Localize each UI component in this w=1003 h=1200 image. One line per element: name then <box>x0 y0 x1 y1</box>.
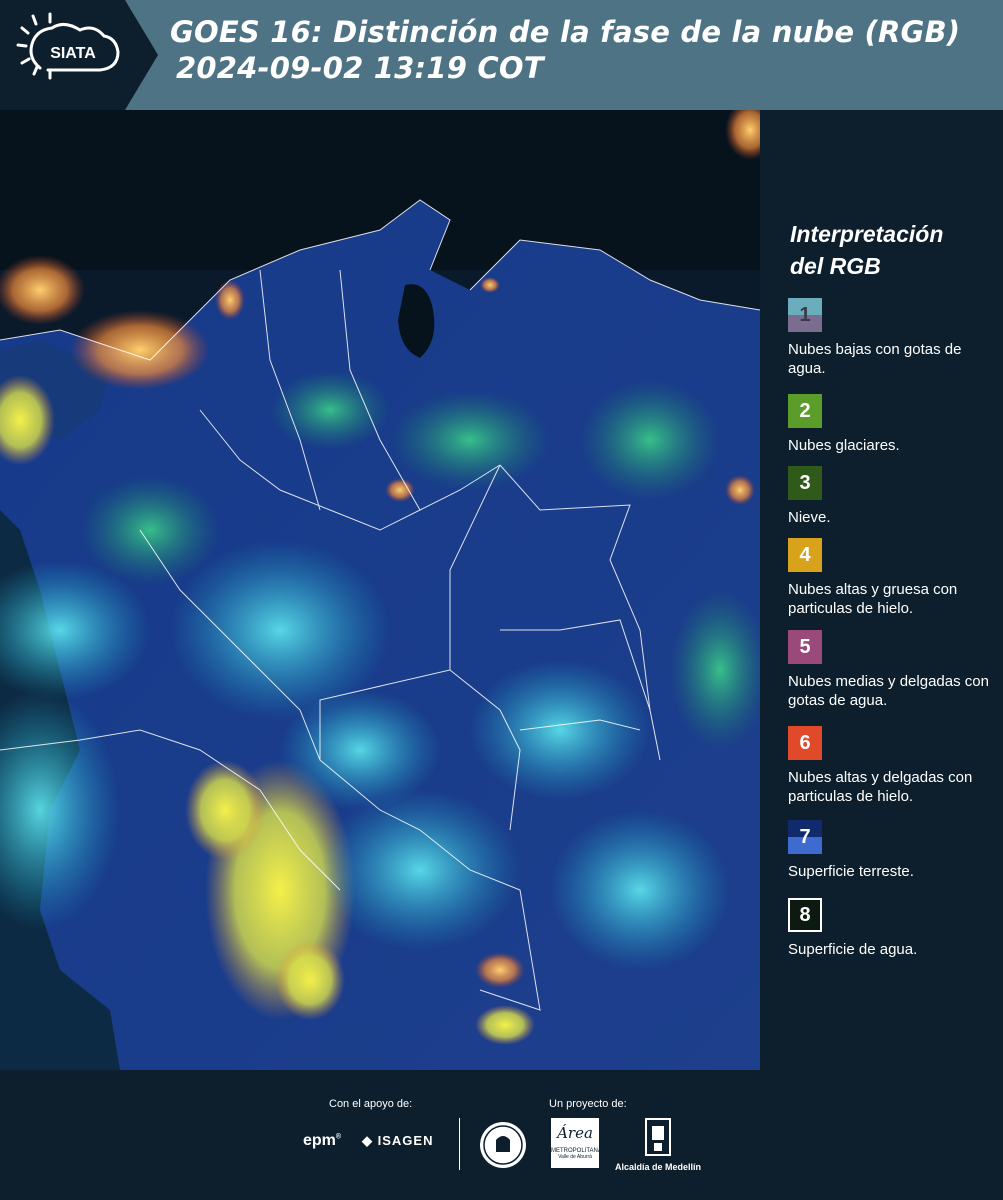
legend-number: 8 <box>799 904 811 926</box>
legend-item-4: 4 Nubes altas y gruesa con particulas de … <box>788 538 998 618</box>
legend-label: Nieve. <box>788 509 831 526</box>
legend-label: Nubes bajas con gotas de agua. <box>788 341 962 377</box>
footer-divider <box>459 1118 460 1170</box>
legend-title-line-1: Interpretación <box>790 221 944 247</box>
isagen-logo: ◆ ISAGEN <box>362 1133 434 1148</box>
legend-item-1: 1 Nubes bajas con gotas de agua. <box>788 298 998 378</box>
satellite-map <box>0 110 760 1070</box>
legend-swatch: 3 <box>788 466 822 500</box>
legend-title: Interpretación del RGB <box>790 218 943 282</box>
legend-label: Nubes altas y gruesa con particulas de h… <box>788 581 958 617</box>
legend-item-7: 7 Superficie terreste. <box>788 820 998 881</box>
area-metropolitana-logo: Área METROPOLITANA Valle de Aburrá <box>551 1118 602 1168</box>
alcaldia-shield-icon <box>645 1118 671 1156</box>
legend-item-3: 3 Nieve. <box>788 466 998 527</box>
legend-number: 2 <box>799 400 811 422</box>
support-label: Con el apoyo de: <box>329 1098 413 1110</box>
legend-panel: Interpretación del RGB 1 Nubes bajas con … <box>760 110 1003 1070</box>
header-bar: SIATA GOES 16: Distinción de la fase de … <box>0 0 1003 110</box>
legend-number: 7 <box>799 826 811 848</box>
legend-number: 3 <box>799 472 811 494</box>
legend-label: Superficie terreste. <box>788 863 914 880</box>
legend-number: 1 <box>799 304 811 326</box>
project-label: Un proyecto de: <box>549 1098 627 1110</box>
legend-title-line-2: del RGB <box>790 253 881 279</box>
alcaldia-logo: Alcaldía de Medellín <box>612 1118 704 1172</box>
legend-item-2: 2 Nubes glaciares. <box>788 394 998 455</box>
seal-logo <box>480 1122 526 1168</box>
legend-number: 5 <box>799 636 811 658</box>
legend-item-8: 8 Superficie de agua. <box>788 898 998 959</box>
legend-item-5: 5 Nubes medias y delgadas con gotas de ag… <box>788 630 998 710</box>
page-title: GOES 16: Distinción de la fase de la nub… <box>170 14 960 86</box>
legend-number: 6 <box>799 732 811 754</box>
legend-item-6: 6 Nubes altas y delgadas con particulas d… <box>788 726 998 806</box>
title-line-1: GOES 16: Distinción de la fase de la nub… <box>170 15 961 49</box>
legend-swatch: 7 <box>788 820 822 854</box>
legend-swatch: 6 <box>788 726 822 760</box>
footer: Con el apoyo de: Un proyecto de: epm® ◆ … <box>0 1070 1003 1200</box>
siata-logo: SIATA <box>0 0 158 110</box>
legend-swatch: 1 <box>788 298 822 332</box>
legend-number: 4 <box>799 544 811 566</box>
legend-label: Superficie de agua. <box>788 941 918 958</box>
legend-swatch: 8 <box>788 898 822 932</box>
legend-swatch: 2 <box>788 394 822 428</box>
legend-swatch: 5 <box>788 630 822 664</box>
epm-logo: epm® <box>303 1132 342 1149</box>
siata-logo-text: SIATA <box>50 45 96 62</box>
satellite-rgb-map <box>0 110 760 1070</box>
title-line-2: 2024-09-02 13:19 COT <box>176 51 544 85</box>
legend-swatch: 4 <box>788 538 822 572</box>
legend-label: Nubes altas y delgadas con particulas de… <box>788 769 973 805</box>
legend-label: Nubes medias y delgadas con gotas de agu… <box>788 673 989 709</box>
legend-label: Nubes glaciares. <box>788 437 900 454</box>
